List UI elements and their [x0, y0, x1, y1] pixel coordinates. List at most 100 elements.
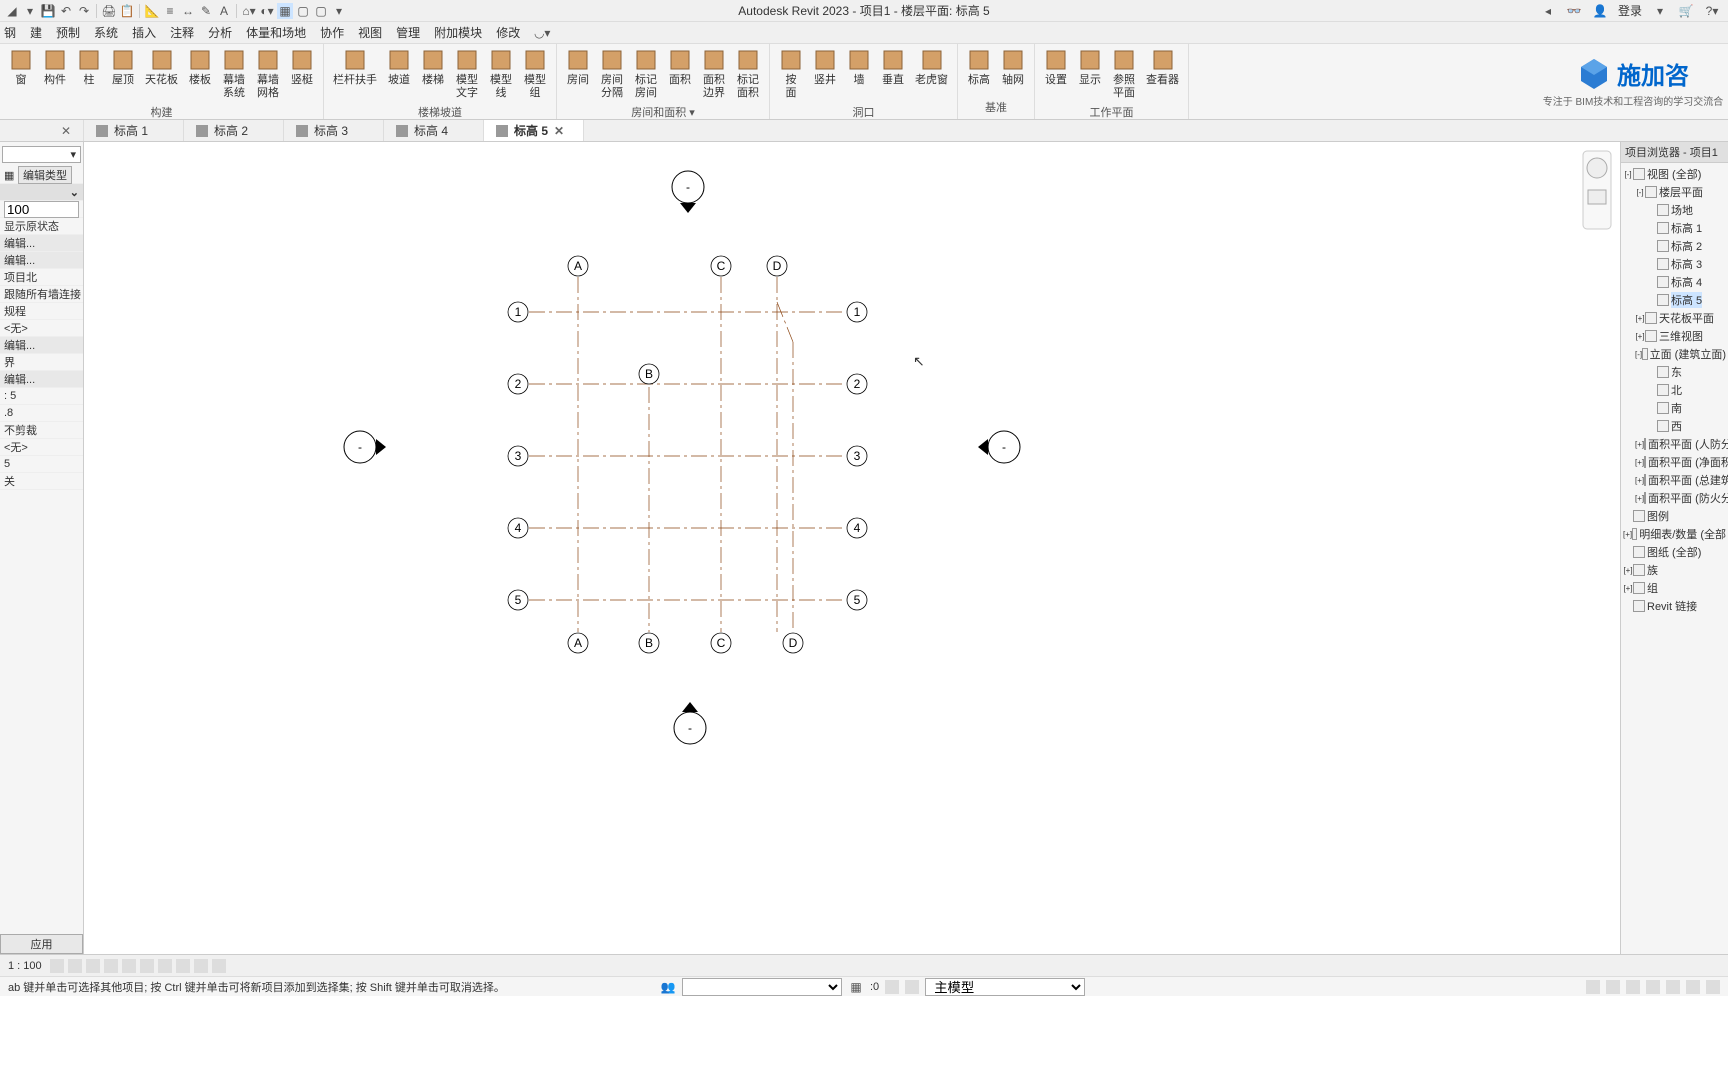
- grid-bubble[interactable]: 1: [508, 302, 528, 322]
- grid-bubble[interactable]: C: [711, 256, 731, 276]
- switch-windows-icon[interactable]: ▢: [313, 3, 329, 19]
- filter-icon[interactable]: [885, 980, 899, 994]
- tree-item[interactable]: [+]天花板平面: [1623, 309, 1726, 327]
- tree-item[interactable]: [+]组: [1623, 579, 1726, 597]
- background-icon[interactable]: [1706, 980, 1720, 994]
- tree-toggle-icon[interactable]: [+]: [1623, 584, 1633, 593]
- model-dropdown[interactable]: 主模型: [925, 978, 1085, 996]
- property-row[interactable]: 5: [0, 456, 83, 473]
- ribbon-button[interactable]: 模型 线: [486, 46, 516, 102]
- ribbon-button[interactable]: 坡道: [384, 46, 414, 89]
- menu-expand-icon[interactable]: ◡▾: [534, 25, 550, 41]
- tree-item[interactable]: 西: [1623, 417, 1726, 435]
- edit-type-button[interactable]: 编辑类型: [18, 166, 72, 184]
- property-row[interactable]: 编辑...: [0, 252, 83, 269]
- ribbon-button[interactable]: 按 面: [776, 46, 806, 102]
- ribbon-button[interactable]: 楼梯: [418, 46, 448, 89]
- property-row[interactable]: <无>: [0, 439, 83, 456]
- drag-icon[interactable]: [1666, 980, 1680, 994]
- grid-line[interactable]: [777, 302, 793, 342]
- tree-toggle-icon[interactable]: [+]: [1635, 476, 1644, 485]
- apply-button[interactable]: 应用: [0, 934, 83, 954]
- grid-bubble[interactable]: 3: [847, 446, 867, 466]
- shadows-icon[interactable]: [104, 959, 118, 973]
- close-icon[interactable]: ✕: [61, 124, 71, 138]
- ribbon-button[interactable]: 标记 房间: [631, 46, 661, 102]
- thin-lines-icon[interactable]: ▦: [277, 3, 293, 19]
- ribbon-button[interactable]: 标高: [964, 46, 994, 89]
- redo-icon[interactable]: ↷: [76, 3, 92, 19]
- tag-icon[interactable]: ✎: [198, 3, 214, 19]
- property-row[interactable]: 不剪裁: [0, 422, 83, 439]
- graphics-header[interactable]: ⌄: [0, 184, 83, 201]
- ribbon-button[interactable]: 竖梃: [287, 46, 317, 89]
- view-tab[interactable]: 标高 3: [284, 120, 384, 141]
- grid-bubble[interactable]: 3: [508, 446, 528, 466]
- tree-item[interactable]: 标高 3: [1623, 255, 1726, 273]
- grid-bubble[interactable]: A: [568, 633, 588, 653]
- ribbon-button[interactable]: 模型 文字: [452, 46, 482, 102]
- property-row[interactable]: <无>: [0, 320, 83, 337]
- editable-icon[interactable]: [905, 980, 919, 994]
- tree-item[interactable]: [+]面积平面 (人防分: [1623, 435, 1726, 453]
- tree-item[interactable]: 场地: [1623, 201, 1726, 219]
- detail-level-icon[interactable]: [50, 959, 64, 973]
- ribbon-button[interactable]: 房间: [563, 46, 593, 89]
- grid-bubble[interactable]: D: [783, 633, 803, 653]
- selection-icon[interactable]: ▦: [848, 979, 864, 995]
- tree-item[interactable]: 南: [1623, 399, 1726, 417]
- ribbon-button[interactable]: 设置: [1041, 46, 1071, 89]
- tab-close-left[interactable]: ✕: [0, 120, 84, 141]
- property-row[interactable]: 关: [0, 473, 83, 490]
- ribbon-button[interactable]: 构件: [40, 46, 70, 89]
- tree-toggle-icon[interactable]: [+]: [1635, 314, 1645, 323]
- tree-toggle-icon[interactable]: [-]: [1635, 188, 1645, 197]
- ribbon-button[interactable]: 轴网: [998, 46, 1028, 89]
- property-row[interactable]: 项目北: [0, 269, 83, 286]
- scale-input[interactable]: [4, 201, 79, 218]
- ribbon-button[interactable]: 显示: [1075, 46, 1105, 89]
- grid-bubble[interactable]: C: [711, 633, 731, 653]
- ribbon-button[interactable]: 天花板: [142, 46, 181, 89]
- crop-icon[interactable]: [140, 959, 154, 973]
- navigation-cube[interactable]: [1582, 150, 1612, 230]
- menu-collab[interactable]: 协作: [320, 24, 344, 41]
- ribbon-button[interactable]: 竖井: [810, 46, 840, 89]
- tree-item[interactable]: [-]立面 (建筑立面): [1623, 345, 1726, 363]
- grid-bubble[interactable]: 2: [508, 374, 528, 394]
- menu-modify[interactable]: 修改: [496, 24, 520, 41]
- lock-icon[interactable]: [176, 959, 190, 973]
- text-icon[interactable]: A: [216, 3, 232, 19]
- ribbon-button[interactable]: 幕墙 系统: [219, 46, 249, 102]
- select-pinned-icon[interactable]: [1626, 980, 1640, 994]
- search-icon[interactable]: 👓: [1566, 3, 1582, 19]
- filter2-icon[interactable]: [1686, 980, 1700, 994]
- tree-item[interactable]: [+]明细表/数量 (全部: [1623, 525, 1726, 543]
- nav-back-icon[interactable]: ◂: [1540, 3, 1556, 19]
- property-row[interactable]: : 5: [0, 388, 83, 405]
- grid-bubble[interactable]: 4: [847, 518, 867, 538]
- visual-style-icon[interactable]: [68, 959, 82, 973]
- menu-steel[interactable]: 钢: [4, 24, 16, 41]
- home-icon[interactable]: ⌂▾: [241, 3, 257, 19]
- help-icon[interactable]: ?▾: [1704, 3, 1720, 19]
- grid-bubble[interactable]: 4: [508, 518, 528, 538]
- tree-item[interactable]: 图例: [1623, 507, 1726, 525]
- save-icon[interactable]: 💾: [40, 3, 56, 19]
- scale-display[interactable]: 1 : 100: [8, 960, 42, 972]
- ribbon-button[interactable]: 屋顶: [108, 46, 138, 89]
- select-underlay-icon[interactable]: [1606, 980, 1620, 994]
- menu-precast[interactable]: 预制: [56, 24, 80, 41]
- close-icon[interactable]: ✕: [554, 124, 564, 138]
- drawing-canvas[interactable]: - - - - 1122334455ACDABCDB: [84, 142, 1620, 954]
- property-row[interactable]: 编辑...: [0, 337, 83, 354]
- app-menu-icon[interactable]: ◢: [4, 3, 20, 19]
- grid-bubble[interactable]: 5: [508, 590, 528, 610]
- grid-bubble[interactable]: 5: [847, 590, 867, 610]
- tree-item[interactable]: [-]楼层平面: [1623, 183, 1726, 201]
- tree-toggle-icon[interactable]: [+]: [1635, 494, 1644, 503]
- tree-toggle-icon[interactable]: [+]: [1635, 440, 1644, 449]
- tree-item[interactable]: [-]视图 (全部): [1623, 165, 1726, 183]
- ribbon-button[interactable]: 楼板: [185, 46, 215, 89]
- ribbon-button[interactable]: 标记 面积: [733, 46, 763, 102]
